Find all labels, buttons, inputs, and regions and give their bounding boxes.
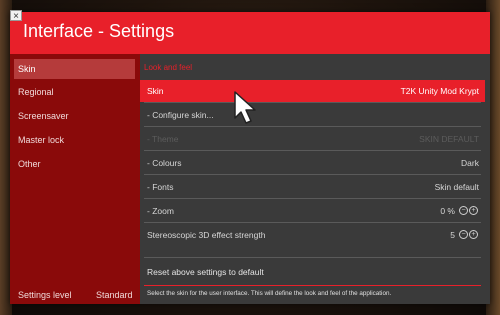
setting-label: - Zoom: [147, 206, 174, 216]
stereoscopic-spinner: − +: [459, 230, 478, 239]
setting-value: T2K Unity Mod Krypt: [400, 86, 479, 96]
setting-label: - Theme: [147, 134, 179, 144]
setting-value: 0 %: [440, 206, 455, 216]
row-divider: [144, 174, 481, 175]
setting-row-colours[interactable]: - Colours Dark: [140, 152, 485, 174]
setting-value: Skin default: [434, 182, 479, 192]
sidebar-item-screensaver[interactable]: Screensaver: [14, 106, 135, 126]
setting-label: Stereoscopic 3D effect strength: [147, 230, 266, 240]
setting-label: - Fonts: [147, 182, 174, 192]
zoom-spinner: − +: [459, 206, 478, 215]
row-divider: [144, 222, 481, 223]
minus-circle-icon[interactable]: −: [459, 206, 468, 215]
help-text: Select the skin for the user interface. …: [147, 290, 392, 297]
settings-level-label[interactable]: Settings level: [18, 290, 72, 300]
row-divider: [144, 150, 481, 151]
close-button[interactable]: ×: [10, 10, 22, 22]
help-separator: [144, 285, 481, 286]
setting-label: - Configure skin...: [147, 110, 214, 120]
row-divider: [144, 126, 481, 127]
mouse-pointer-icon: [234, 91, 256, 124]
row-divider: [144, 102, 481, 103]
reset-label: Reset above settings to default: [147, 267, 264, 277]
setting-row-zoom[interactable]: - Zoom 0 % − +: [140, 200, 485, 222]
setting-row-stereoscopic-strength[interactable]: Stereoscopic 3D effect strength 5 − +: [140, 224, 485, 246]
setting-label: - Colours: [147, 158, 182, 168]
plus-circle-icon[interactable]: +: [469, 230, 478, 239]
settings-level-value[interactable]: Standard: [96, 290, 133, 300]
sidebar-item-skin[interactable]: Skin: [14, 59, 135, 79]
setting-value: Dark: [461, 158, 479, 168]
settings-dialog: Interface - Settings × Skin Regional Scr…: [10, 10, 490, 304]
window-title: Interface - Settings: [23, 21, 175, 41]
sidebar-item-other[interactable]: Other: [14, 154, 135, 174]
row-divider: [144, 257, 481, 258]
title-bar: Interface - Settings: [10, 12, 490, 54]
minus-circle-icon[interactable]: −: [459, 230, 468, 239]
setting-label: Skin: [147, 86, 164, 96]
setting-value: SKIN DEFAULT: [419, 134, 479, 144]
setting-row-skin[interactable]: Skin T2K Unity Mod Krypt: [140, 80, 485, 102]
setting-row-configure-skin[interactable]: - Configure skin...: [140, 104, 485, 126]
plus-circle-icon[interactable]: +: [469, 206, 478, 215]
settings-panel: Look and feel Skin T2K Unity Mod Krypt -…: [140, 54, 490, 304]
setting-row-theme: - Theme SKIN DEFAULT: [140, 128, 485, 150]
section-title: Look and feel: [144, 63, 193, 72]
setting-value: 5: [450, 230, 455, 240]
sidebar-item-master-lock[interactable]: Master lock: [14, 130, 135, 150]
setting-row-fonts[interactable]: - Fonts Skin default: [140, 176, 485, 198]
sidebar-item-regional[interactable]: Regional: [14, 82, 135, 102]
reset-settings-button[interactable]: Reset above settings to default: [140, 261, 485, 283]
sidebar: Skin Regional Screensaver Master lock Ot…: [10, 54, 140, 304]
row-divider: [144, 198, 481, 199]
